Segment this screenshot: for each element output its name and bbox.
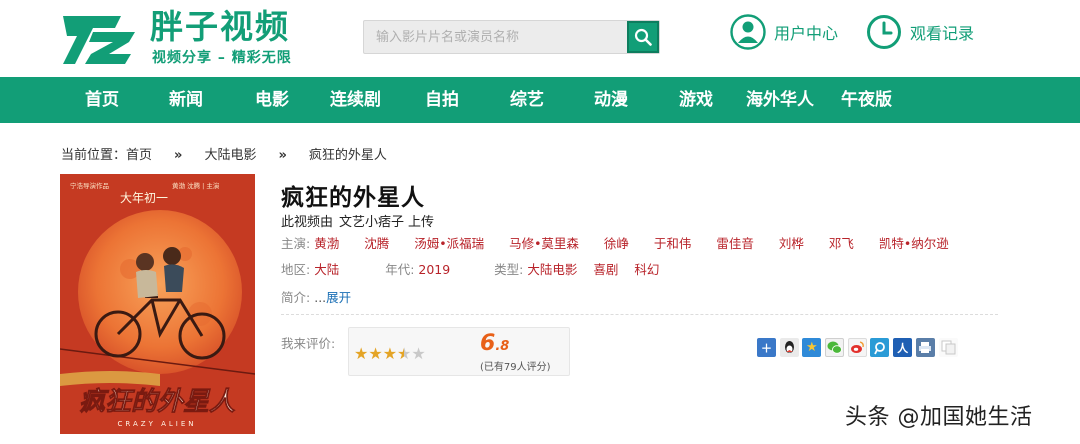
region-label: 地区: — [281, 262, 311, 277]
copy-icon[interactable] — [938, 338, 958, 357]
logo-text: 胖子视频 — [150, 7, 290, 46]
print-icon[interactable] — [915, 338, 935, 357]
movie-poster[interactable]: 宁浩导演作品 黄渤 沈腾 | 主演 大年初一 疯狂的外星人 CRAZY ALIE… — [60, 174, 255, 434]
poster-title: 疯狂的外星人 — [79, 387, 235, 417]
breadcrumb-category[interactable]: 大陆电影 — [204, 144, 256, 163]
breadcrumb-home[interactable]: 首页 — [126, 144, 152, 163]
score-integer: 6 — [480, 331, 496, 356]
cast-link[interactable]: 刘桦 — [779, 236, 804, 251]
search-icon — [634, 28, 652, 46]
logo-slogan: 视频分享 – 精彩无限 — [152, 50, 292, 66]
nav-item-selfie[interactable]: 自拍 — [425, 77, 459, 123]
rating-score: 6.8 — [480, 331, 509, 356]
wechat-icon[interactable] — [825, 338, 845, 357]
poster-top-cast: 黄渤 沈腾 | 主演 — [172, 181, 220, 190]
nav-item-movies[interactable]: 电影 — [255, 77, 289, 123]
star-icon[interactable]: ★ — [411, 346, 425, 362]
watermark: 头条 @加国她生活 — [845, 405, 1033, 430]
cast-row: 主演: 黄渤 沈腾 汤姆•派福瑞 马修•莫里森 徐峥 于和伟 雷佳音 刘桦 邓飞… — [281, 233, 970, 252]
weibo-icon[interactable] — [847, 338, 867, 357]
intro-row: 简介: ...展开 — [281, 287, 351, 306]
share-bar: ＋ ★ 人 — [757, 338, 961, 357]
search-box — [363, 20, 660, 54]
genre-link[interactable]: 大陆电影 — [527, 262, 577, 277]
poster-title-en: CRAZY ALIEN — [118, 420, 197, 428]
nav-item-variety[interactable]: 综艺 — [510, 77, 544, 123]
user-icon — [730, 14, 766, 50]
cast-link[interactable]: 邓飞 — [829, 236, 854, 251]
search-button[interactable] — [627, 21, 659, 53]
cast-label: 主演: — [281, 236, 311, 251]
divider — [281, 314, 998, 315]
rating-box: ★ ★ ★ ★ ★ 6.8 (已有79人评分) — [348, 327, 570, 376]
cast-link[interactable]: 汤姆•派福瑞 — [414, 236, 484, 251]
poster-art: 宁浩导演作品 黄渤 沈腾 | 主演 大年初一 疯狂的外星人 CRAZY ALIE… — [60, 174, 255, 434]
nav-item-series[interactable]: 连续剧 — [330, 77, 381, 123]
genre-link[interactable]: 喜剧 — [593, 262, 618, 277]
genre-link[interactable]: 科幻 — [634, 262, 659, 277]
cast-link[interactable]: 雷佳音 — [716, 236, 754, 251]
star-icon[interactable]: ★ — [354, 346, 368, 362]
breadcrumb-current: 疯狂的外星人 — [308, 148, 387, 163]
cast-link[interactable]: 凯特•纳尔逊 — [879, 236, 949, 251]
poster-top-tagline: 宁浩导演作品 — [70, 181, 109, 190]
nav-item-home[interactable]: 首页 — [85, 77, 119, 123]
uploader-line: 此视频由 文艺小痞子 上传 — [281, 211, 434, 230]
intro-label: 简介: — [281, 290, 311, 305]
movie-title: 疯狂的外星人 — [281, 185, 425, 211]
qq-icon[interactable] — [779, 338, 799, 357]
breadcrumb-prefix: 当前位置： — [61, 148, 127, 163]
meta-row: 地区: 大陆 年代: 2019 类型: 大陆电影 喜剧 科幻 — [281, 259, 671, 278]
star-icon[interactable]: ★ — [383, 346, 397, 362]
uploader-prefix: 此视频由 — [281, 215, 334, 230]
nav-item-news[interactable]: 新闻 — [169, 77, 203, 123]
main-nav: 首页 新闻 电影 连续剧 自拍 综艺 动漫 游戏 海外华人 午夜版 — [0, 77, 1080, 123]
uploader-name[interactable]: 文艺小痞子 — [339, 215, 404, 230]
search-input[interactable] — [364, 21, 628, 53]
cast-link[interactable]: 马修•莫里森 — [509, 236, 579, 251]
nav-item-games[interactable]: 游戏 — [679, 77, 713, 123]
year-label: 年代: — [385, 262, 415, 277]
intro-text: ... — [314, 290, 327, 305]
genre-label: 类型: — [494, 262, 524, 277]
history-label: 观看记录 — [910, 24, 975, 43]
region-link[interactable]: 大陆 — [314, 262, 339, 277]
renren-icon[interactable]: 人 — [893, 338, 913, 357]
qzone-icon[interactable]: ★ — [802, 338, 822, 357]
breadcrumb-separator: » — [174, 148, 183, 163]
cast-link[interactable]: 于和伟 — [654, 236, 692, 251]
cast-link[interactable]: 黄渤 — [314, 236, 339, 251]
cast-link[interactable]: 沈腾 — [364, 236, 389, 251]
more-share-icon[interactable]: ＋ — [757, 338, 776, 357]
logo-icon — [63, 16, 135, 64]
star-rating[interactable]: ★ ★ ★ ★ ★ — [354, 346, 426, 362]
uploader-suffix: 上传 — [408, 215, 435, 230]
nav-item-overseas[interactable]: 海外华人 — [746, 77, 814, 123]
nav-item-anime[interactable]: 动漫 — [594, 77, 628, 123]
cast-link[interactable]: 徐峥 — [604, 236, 629, 251]
clock-icon — [867, 15, 901, 49]
history-link[interactable]: 观看记录 — [866, 14, 974, 50]
vote-count: (已有79人评分) — [480, 362, 551, 373]
poster-release: 大年初一 — [120, 191, 168, 205]
year-link[interactable]: 2019 — [418, 262, 450, 277]
half-star-icon[interactable]: ★ — [397, 346, 411, 362]
rate-label: 我来评价: — [281, 336, 336, 351]
user-center-label: 用户中心 — [774, 24, 839, 43]
breadcrumb-separator: » — [278, 148, 287, 163]
expand-intro-link[interactable]: 展开 — [326, 290, 351, 305]
breadcrumb: 当前位置：首页 » 大陆电影 » 疯狂的外星人 — [61, 144, 387, 163]
tencent-weibo-icon[interactable] — [870, 338, 890, 357]
star-icon[interactable]: ★ — [368, 346, 382, 362]
score-decimal: .8 — [495, 339, 510, 354]
user-center-link[interactable]: 用户中心 — [730, 14, 838, 50]
nav-item-midnight[interactable]: 午夜版 — [841, 77, 892, 123]
